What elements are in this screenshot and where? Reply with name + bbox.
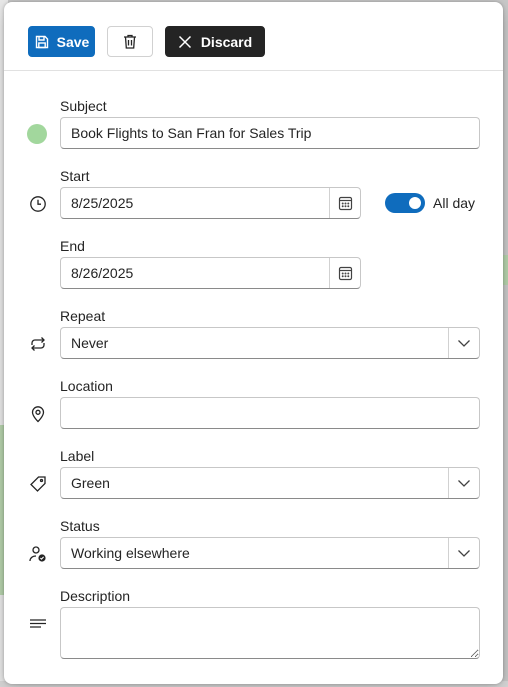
- save-button[interactable]: Save: [28, 26, 95, 57]
- status-label: Status: [60, 518, 100, 534]
- subject-value: Book Flights to San Fran for Sales Trip: [71, 125, 312, 141]
- save-icon: [34, 34, 50, 50]
- close-icon: [178, 35, 192, 49]
- location-label: Location: [60, 378, 113, 394]
- description-textarea[interactable]: [60, 607, 480, 659]
- clock-icon: [28, 194, 48, 214]
- start-date-value: 8/25/2025: [71, 195, 134, 211]
- text-align-icon: [28, 614, 48, 634]
- delete-button[interactable]: [107, 26, 153, 57]
- repeat-select[interactable]: Never: [60, 327, 480, 359]
- description-label: Description: [60, 588, 131, 604]
- event-dialog: Save Discard Subject Book Flights to San…: [4, 2, 503, 684]
- location-pin-icon: [28, 404, 48, 424]
- tag-icon: [28, 474, 48, 494]
- all-day-label: All day: [433, 195, 476, 211]
- person-status-icon: [28, 544, 48, 564]
- location-input[interactable]: [60, 397, 480, 429]
- start-label: Start: [60, 168, 90, 184]
- calendar-icon[interactable]: [329, 258, 360, 288]
- label-value: Green: [71, 475, 110, 491]
- trash-icon: [122, 33, 138, 50]
- discard-button[interactable]: Discard: [165, 26, 265, 57]
- repeat-icon: [28, 334, 48, 354]
- toggle-knob: [409, 197, 421, 209]
- discard-label: Discard: [200, 33, 253, 50]
- all-day-toggle[interactable]: All day: [385, 193, 475, 213]
- start-date-input[interactable]: 8/25/2025: [60, 187, 361, 219]
- label-select[interactable]: Green: [60, 467, 480, 499]
- chevron-down-icon[interactable]: [448, 538, 479, 568]
- end-date-input[interactable]: 8/26/2025: [60, 257, 361, 289]
- chevron-down-icon[interactable]: [448, 328, 479, 358]
- repeat-label: Repeat: [60, 308, 106, 324]
- category-color-dot[interactable]: [27, 124, 47, 144]
- repeat-value: Never: [71, 335, 109, 351]
- label-field-label: Label: [60, 448, 95, 464]
- end-date-value: 8/26/2025: [71, 265, 134, 281]
- calendar-icon[interactable]: [329, 188, 360, 218]
- chevron-down-icon[interactable]: [448, 468, 479, 498]
- toolbar: Save Discard: [4, 2, 503, 71]
- end-label: End: [60, 238, 85, 254]
- status-select[interactable]: Working elsewhere: [60, 537, 480, 569]
- subject-input[interactable]: Book Flights to San Fran for Sales Trip: [60, 117, 480, 149]
- save-label: Save: [56, 33, 90, 50]
- subject-label: Subject: [60, 98, 107, 114]
- toggle-switch[interactable]: [385, 193, 425, 213]
- status-value: Working elsewhere: [71, 545, 190, 561]
